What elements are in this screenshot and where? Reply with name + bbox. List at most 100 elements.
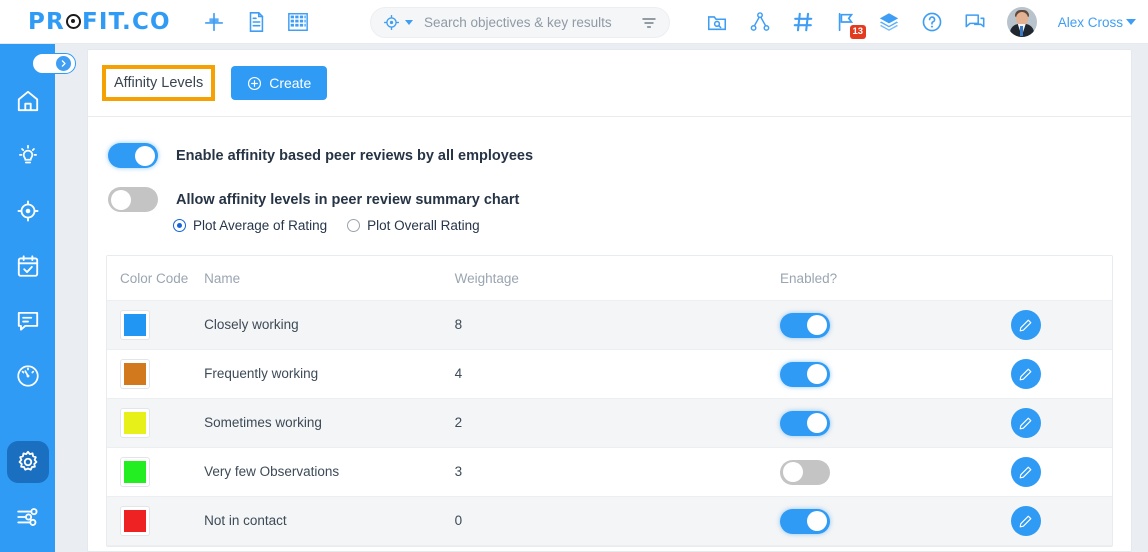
create-button[interactable]: Create [231, 66, 328, 100]
edit-button[interactable] [1010, 408, 1041, 438]
main-content-card: Affinity Levels Create Enable affinity b… [87, 49, 1132, 552]
sidebar-item-performance[interactable] [7, 355, 49, 397]
cell-weightage: 2 [454, 398, 781, 448]
cell-enabled [780, 300, 1001, 350]
plus-circle-icon [248, 76, 262, 90]
row-enabled-toggle[interactable] [780, 410, 831, 436]
org-chart-icon[interactable] [749, 11, 771, 33]
row-enabled-toggle[interactable] [780, 459, 831, 485]
hash-icon[interactable] [792, 11, 814, 33]
sidebar-item-ideas[interactable] [7, 135, 49, 177]
color-swatch-box[interactable] [120, 310, 150, 340]
color-swatch [124, 510, 146, 532]
setting-allow-affinity-chart: Allow affinity levels in peer review sum… [108, 187, 1131, 212]
document-icon[interactable] [245, 11, 267, 33]
pencil-icon [1020, 368, 1032, 380]
cell-actions [1000, 496, 1112, 546]
edit-button[interactable] [1010, 359, 1041, 389]
enable-peer-reviews-toggle[interactable] [108, 143, 158, 168]
pencil-icon [1020, 466, 1032, 478]
row-enabled-toggle[interactable] [780, 508, 831, 534]
align-icon[interactable] [203, 11, 225, 33]
sidebar-item-feedback[interactable] [7, 300, 49, 342]
row-weightage-text: 3 [454, 464, 463, 479]
flag-icon[interactable]: 13 [835, 11, 866, 39]
sidebar-item-settings[interactable] [6, 441, 49, 483]
home-icon [17, 90, 38, 112]
sidebar-item-tasks[interactable] [7, 245, 49, 287]
cell-color-code [107, 398, 205, 448]
radio-plot-overall[interactable]: Plot Overall Rating [347, 218, 480, 233]
cell-weightage: 3 [454, 447, 781, 497]
cell-name: Very few Observations [204, 447, 455, 497]
gauge-icon [16, 365, 39, 387]
edit-button[interactable] [1010, 457, 1041, 487]
sliders-icon [16, 508, 37, 526]
sidebar-expand-button[interactable] [32, 53, 76, 74]
cell-color-code [107, 300, 205, 350]
filter-icon[interactable] [641, 15, 657, 31]
table-row: Not in contact 0 [107, 496, 1112, 546]
table-row: Sometimes working 2 [107, 398, 1112, 448]
cell-actions [1000, 398, 1112, 448]
row-name-text: Very few Observations [204, 464, 340, 479]
cell-enabled [780, 496, 1001, 546]
row-name-text: Closely working [204, 317, 299, 332]
row-enabled-toggle[interactable] [780, 312, 831, 338]
row-name-text: Sometimes working [204, 415, 322, 430]
radio-plot-average[interactable]: Plot Average of Rating [173, 218, 327, 233]
grid-icon[interactable] [287, 11, 309, 33]
user-avatar[interactable] [1006, 7, 1037, 37]
enable-peer-reviews-label: Enable affinity based peer reviews by al… [176, 147, 534, 164]
cell-name: Sometimes working [204, 398, 455, 448]
table-header: Color Code Name Weightage Enabled? [107, 256, 1112, 301]
row-enabled-toggle[interactable] [780, 361, 831, 387]
cell-color-code [107, 496, 205, 546]
cell-enabled [780, 349, 1001, 399]
header-actions [1000, 256, 1112, 301]
edit-button[interactable] [1010, 506, 1041, 536]
logo-text-post: FIT.CO [81, 8, 171, 35]
table-body: Closely working 8 Frequently working 4 S… [107, 300, 1112, 546]
folder-search-icon[interactable] [706, 11, 728, 33]
setting-enable-peer-reviews: Enable affinity based peer reviews by al… [108, 143, 1131, 168]
table-row: Frequently working 4 [107, 349, 1112, 399]
chat-icon[interactable] [964, 11, 986, 33]
color-swatch-box[interactable] [120, 457, 150, 487]
chat-bubble-icon [17, 311, 38, 331]
user-menu[interactable]: Alex Cross [1058, 15, 1136, 30]
top-right-icons: 13 Alex Cross [706, 0, 1136, 44]
radio-plot-average-label: Plot Average of Rating [193, 218, 328, 233]
search-input[interactable] [424, 15, 641, 30]
edit-button[interactable] [1010, 310, 1041, 340]
color-swatch-box[interactable] [120, 359, 150, 389]
color-swatch [124, 363, 146, 385]
search-bar[interactable] [370, 7, 670, 38]
sidebar-item-home[interactable] [7, 80, 49, 122]
create-button-label: Create [269, 75, 312, 91]
tab-strip: Affinity Levels Create [88, 50, 1131, 117]
radio-plot-overall-indicator [347, 219, 361, 232]
color-swatch-box[interactable] [120, 408, 150, 438]
header-enabled: Enabled? [780, 256, 1001, 301]
sidebar-item-configure[interactable] [7, 496, 49, 538]
help-icon[interactable] [921, 11, 943, 33]
pencil-icon [1020, 515, 1032, 527]
table-row: Closely working 8 [107, 300, 1112, 350]
allow-affinity-chart-toggle[interactable] [108, 187, 158, 212]
logo-text-pre: PR [28, 8, 65, 35]
row-weightage-text: 0 [454, 513, 463, 528]
sidebar-item-objectives[interactable] [7, 190, 49, 232]
radio-plot-overall-label: Plot Overall Rating [367, 218, 480, 233]
target-icon [384, 15, 399, 30]
sidebar [0, 44, 55, 552]
top-nav-icons [203, 11, 309, 33]
color-swatch [124, 412, 146, 434]
layers-icon[interactable] [878, 11, 900, 33]
user-chevron-down-icon [1126, 19, 1136, 25]
tab-affinity-levels[interactable]: Affinity Levels [102, 65, 216, 101]
search-scope-chevron-down-icon[interactable] [405, 20, 413, 25]
row-name-text: Not in contact [204, 513, 287, 528]
color-swatch-box[interactable] [120, 506, 150, 536]
app-logo[interactable]: PR FIT.CO [28, 9, 171, 35]
